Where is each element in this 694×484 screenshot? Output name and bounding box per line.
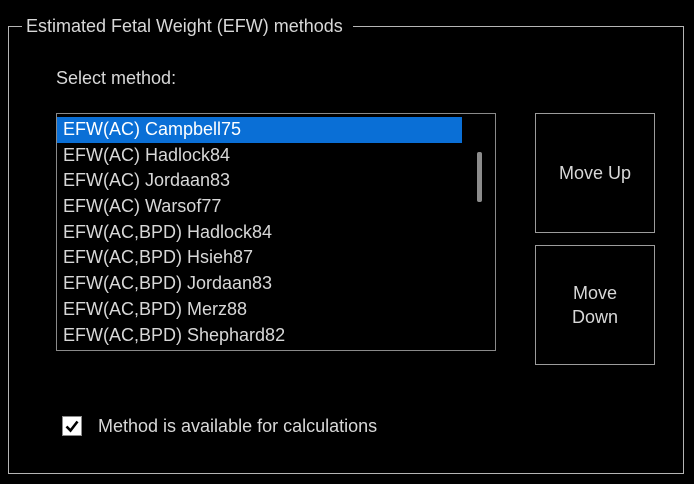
method-list-item[interactable]: EFW(AC) Hadlock84: [57, 143, 462, 169]
method-list-items: EFW(AC) Campbell75 EFW(AC) Hadlock84 EFW(A…: [57, 117, 462, 348]
availability-checkbox-label: Method is available for calculations: [98, 416, 378, 436]
method-list-item[interactable]: EFW(AC) Jordaan83: [57, 168, 462, 194]
availability-checkbox-row[interactable]: Method is available for calculations: [62, 414, 377, 438]
method-list-item[interactable]: EFW(AC,BPD) Hadlock84: [57, 220, 462, 246]
move-up-button[interactable]: Move Up: [535, 113, 655, 233]
method-list-item[interactable]: EFW(AC,BPD) Merz88: [57, 297, 462, 323]
method-list-item[interactable]: EFW(AC) Campbell75: [57, 117, 462, 143]
method-listbox[interactable]: EFW(AC) Campbell75 EFW(AC) Hadlock84 EFW(A…: [56, 113, 496, 351]
method-list-item[interactable]: EFW(AC) Warsof77: [57, 194, 462, 220]
method-list-item[interactable]: EFW(AC,BPD) Shephard82: [57, 323, 462, 349]
scrollbar-thumb[interactable]: [477, 152, 482, 202]
method-list-scrollbar[interactable]: [465, 114, 495, 350]
select-method-label: Select method:: [56, 68, 177, 88]
availability-checkbox[interactable]: [62, 416, 82, 436]
method-list-item[interactable]: EFW(AC,BPD) Jordaan83: [57, 271, 462, 297]
move-down-button[interactable]: Move Down: [535, 245, 655, 365]
checkmark-icon: [65, 420, 79, 433]
method-list-item[interactable]: EFW(AC,BPD) Hsieh87: [57, 245, 462, 271]
groupbox-title: Estimated Fetal Weight (EFW) methods: [22, 14, 353, 38]
